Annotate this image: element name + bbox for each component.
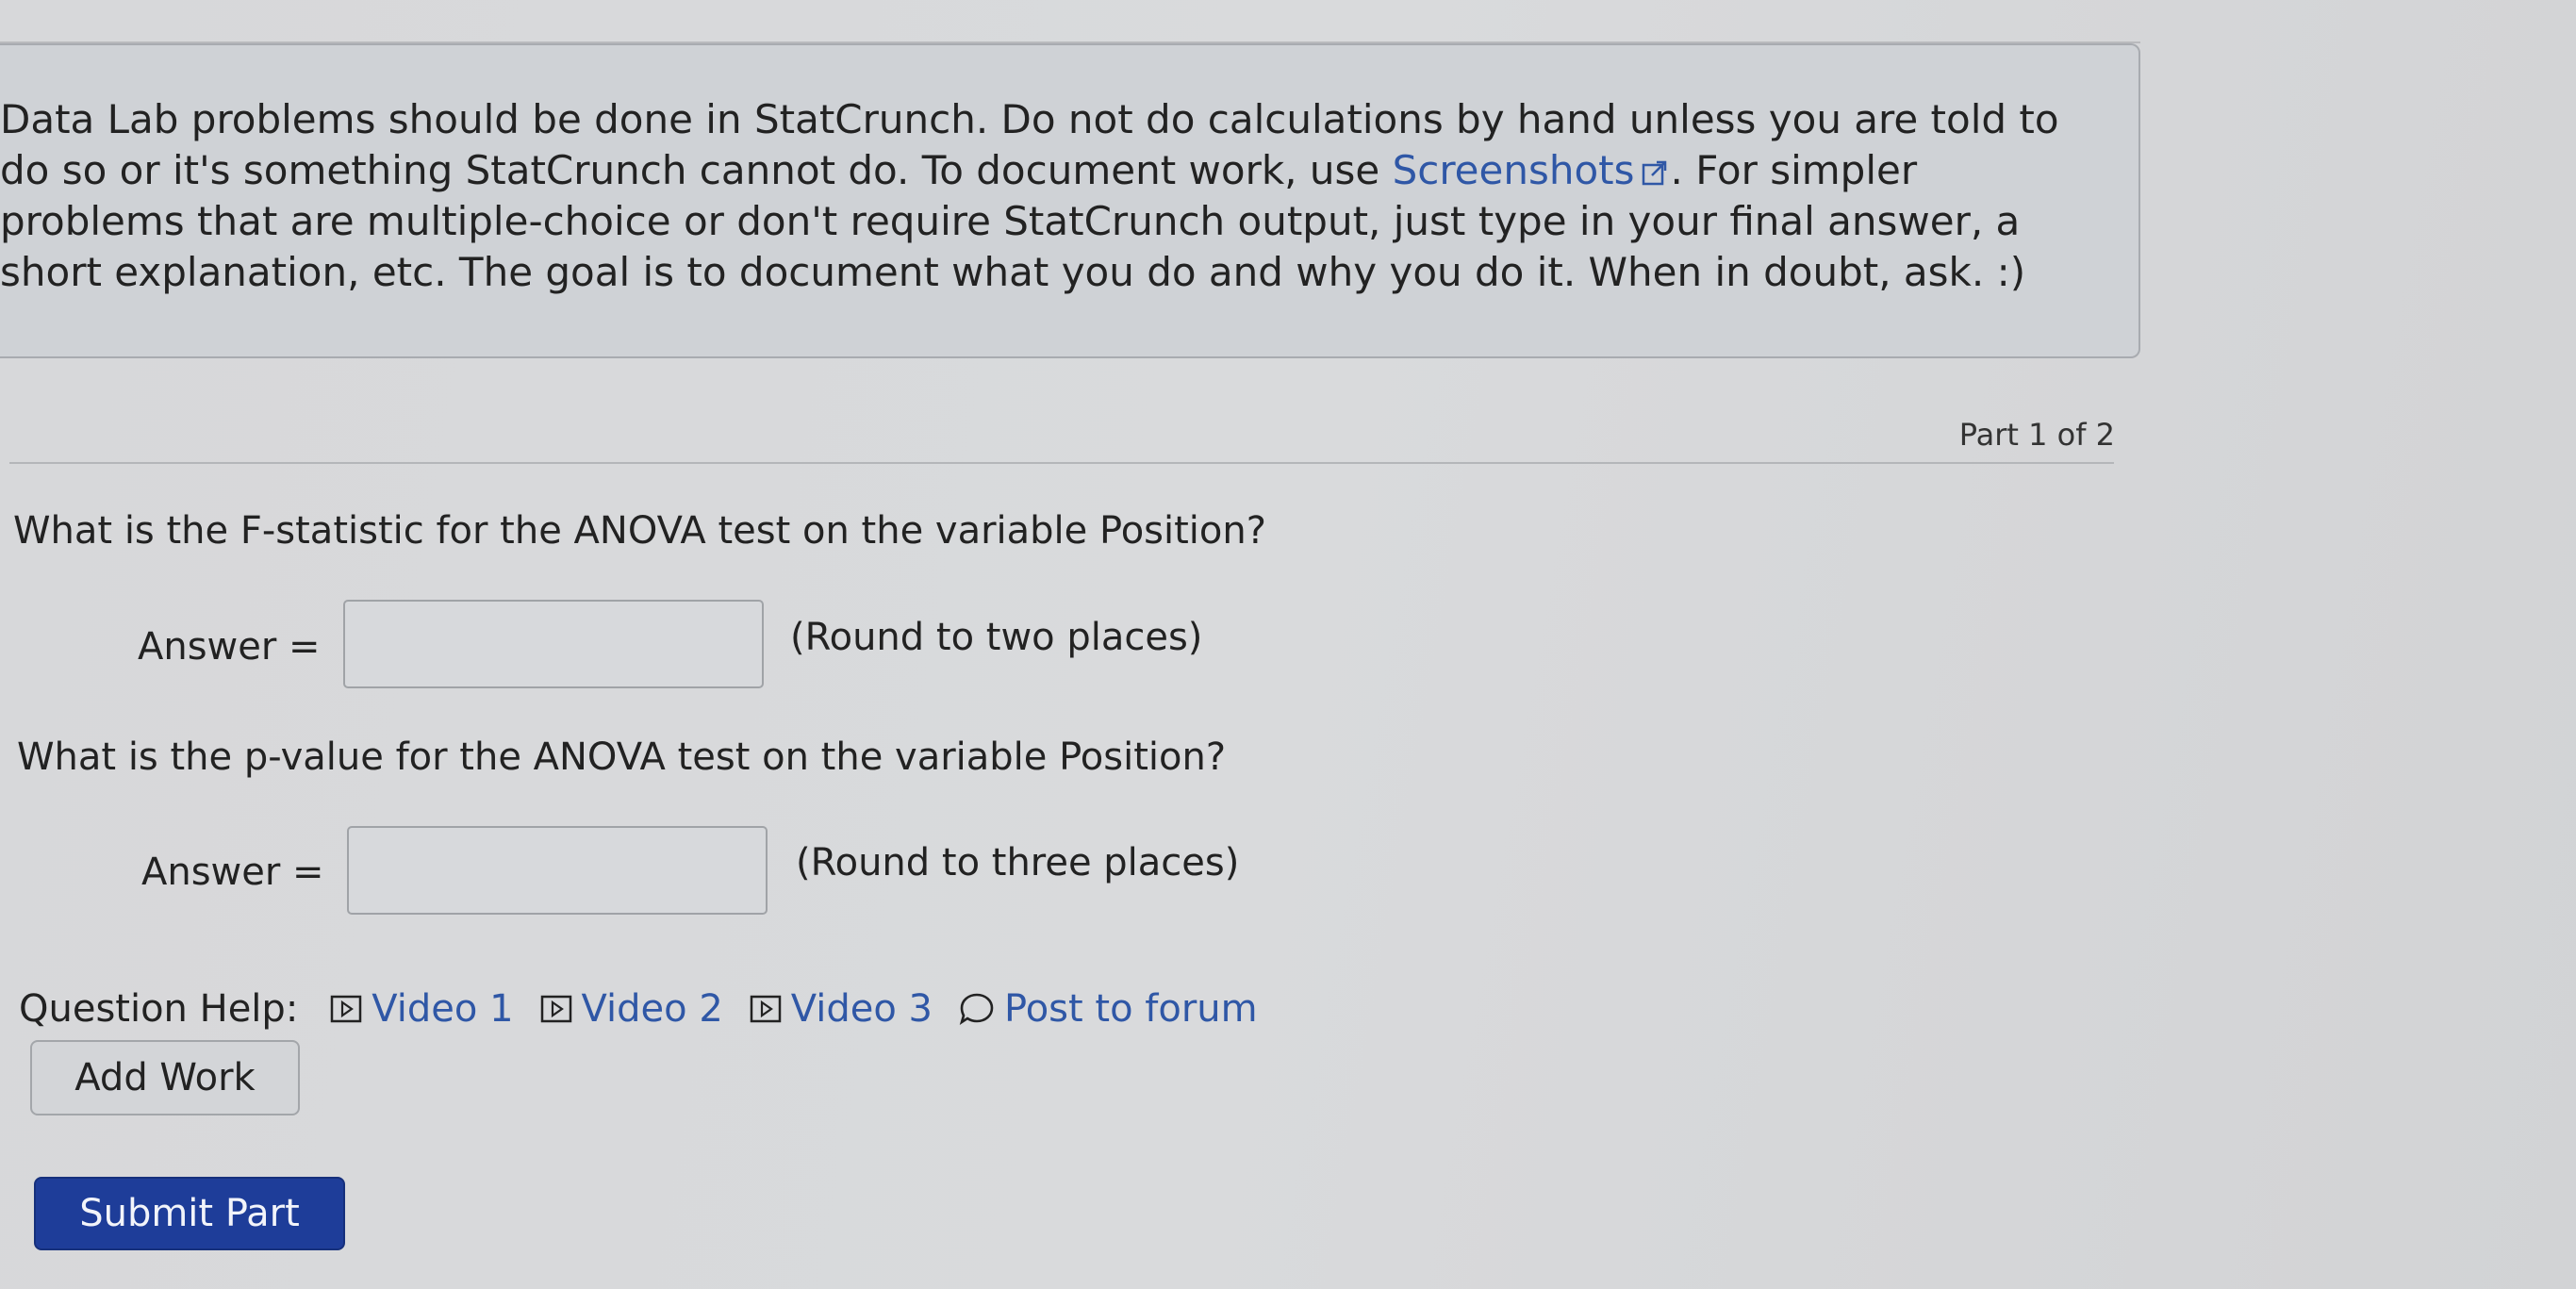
instructions-box: Data Lab problems should be done in Stat…	[0, 43, 2140, 358]
video-1-label: Video 1	[372, 987, 514, 1031]
part-indicator: Part 1 of 2	[1958, 417, 2115, 453]
video-2-link[interactable]: Video 2	[540, 987, 723, 1031]
answer-1-label: Answer =	[138, 625, 321, 669]
question-help-label: Question Help:	[19, 987, 299, 1031]
post-to-forum-link[interactable]: Post to forum	[959, 987, 1258, 1031]
screenshots-link-label: Screenshots	[1392, 147, 1635, 193]
speech-bubble-icon	[959, 993, 994, 1026]
p-value-answer-input[interactable]	[347, 826, 768, 915]
screenshots-link[interactable]: Screenshots	[1393, 147, 1671, 193]
play-icon	[331, 995, 362, 1023]
answer-2-label: Answer =	[141, 851, 324, 894]
post-to-forum-label: Post to forum	[1004, 987, 1258, 1031]
question-2-prompt: What is the p-value for the ANOVA test o…	[17, 735, 1227, 779]
question-help: Question Help: Video 1 Video 2 Video 3 P…	[19, 981, 1284, 1037]
submit-part-button[interactable]: Submit Part	[34, 1177, 345, 1250]
answer-2-rounding-note: (Round to three places)	[796, 841, 1240, 884]
video-3-link[interactable]: Video 3	[750, 987, 933, 1031]
instructions-text: Data Lab problems should be done in Stat…	[0, 94, 2093, 298]
part-divider	[9, 462, 2114, 464]
f-statistic-answer-input[interactable]	[343, 600, 764, 688]
question-1-prompt: What is the F-statistic for the ANOVA te…	[13, 509, 1266, 553]
answer-1-rounding-note: (Round to two places)	[790, 616, 1203, 659]
external-link-icon	[1642, 160, 1666, 186]
video-1-link[interactable]: Video 1	[330, 987, 514, 1031]
video-2-label: Video 2	[581, 987, 723, 1031]
play-icon	[750, 995, 782, 1023]
video-3-label: Video 3	[790, 987, 933, 1031]
play-icon	[540, 995, 571, 1023]
add-work-button[interactable]: Add Work	[30, 1040, 300, 1115]
